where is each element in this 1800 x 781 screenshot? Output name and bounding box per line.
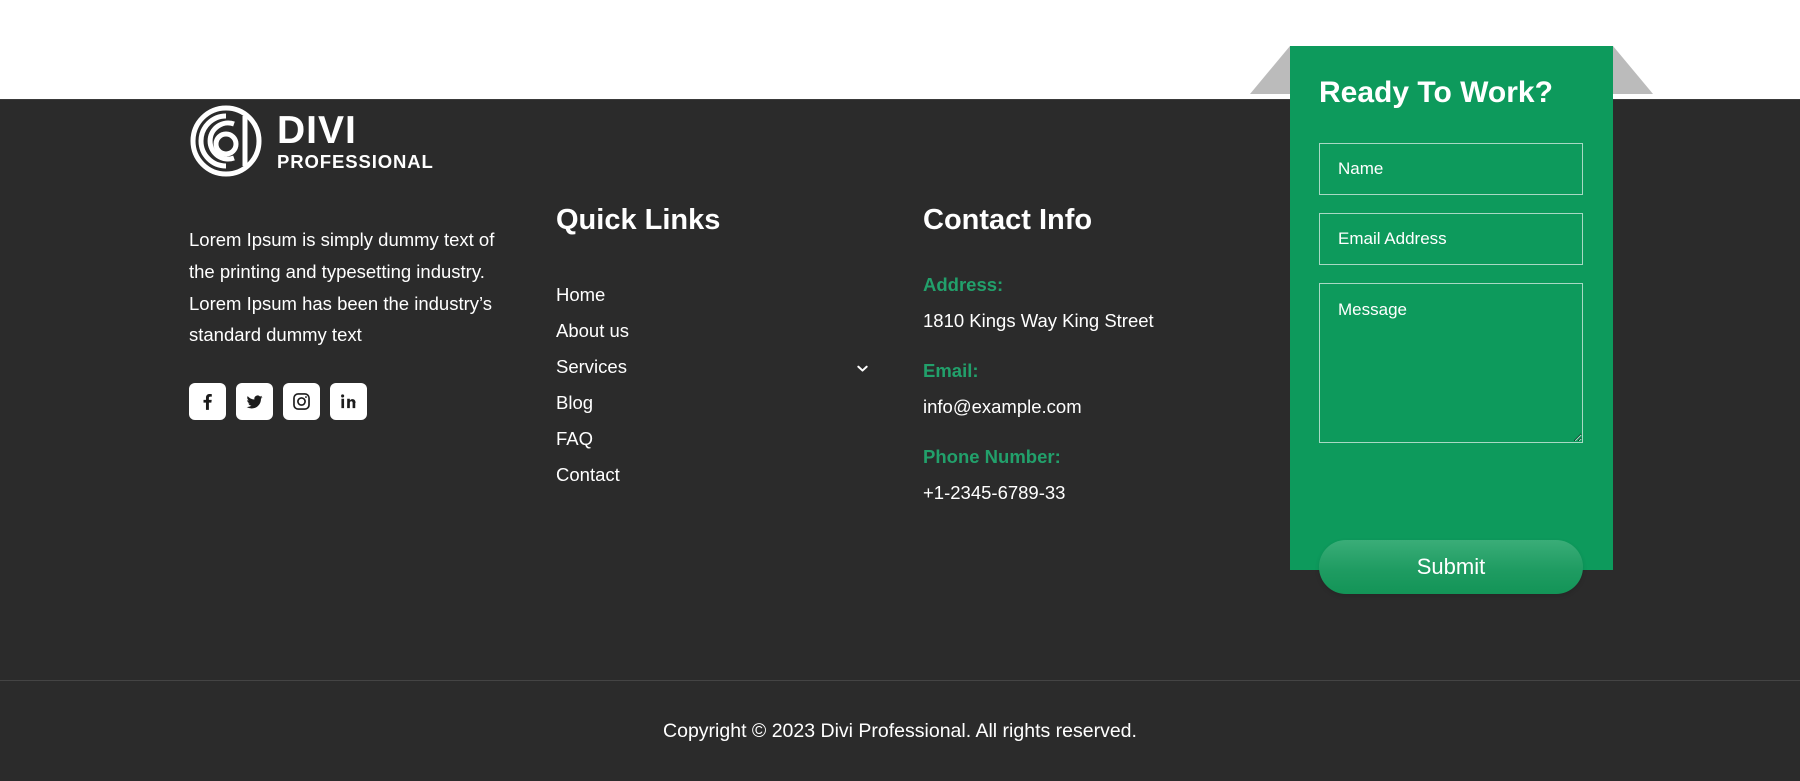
quick-link-label: Services [556, 355, 627, 377]
divi-spiral-logo-icon [189, 104, 263, 178]
address-value: 1810 Kings Way King Street [923, 309, 1154, 331]
submit-button[interactable]: Submit [1319, 540, 1583, 594]
address-label: Address: [923, 273, 1004, 295]
instagram-icon[interactable] [283, 383, 320, 421]
logo-name-secondary: PROFESSIONAL [277, 150, 434, 172]
quick-links-list: Home About us Services Blog FAQ Contact [556, 277, 886, 493]
facebook-icon[interactable] [189, 383, 226, 421]
twitter-icon[interactable] [236, 383, 273, 421]
phone-value[interactable]: +1-2345-6789-33 [923, 482, 1253, 504]
quick-link-faq[interactable]: FAQ [556, 421, 876, 457]
quick-link-contact[interactable]: Contact [556, 457, 876, 493]
phone-label: Phone Number: [923, 445, 1061, 467]
quick-link-about-us[interactable]: About us [556, 313, 876, 349]
quick-link-home[interactable]: Home [556, 277, 876, 313]
quick-links-title: Quick Links [556, 204, 721, 236]
copyright-text: Copyright © 2023 Divi Professional. All … [663, 720, 1137, 742]
footer-page: DIVI PROFESSIONAL Lorem Ipsum is simply … [0, 0, 1800, 781]
quick-link-label: Blog [556, 391, 594, 413]
email-input[interactable] [1319, 213, 1583, 265]
logo-wordmark: DIVI PROFESSIONAL [277, 111, 434, 172]
linkedin-icon[interactable] [330, 383, 367, 421]
social-links [189, 383, 519, 421]
form-fields [1319, 143, 1583, 443]
chevron-down-icon[interactable] [855, 359, 870, 374]
logo-name-primary: DIVI [277, 108, 357, 152]
contact-info-body: Address: 1810 Kings Way King Street Emai… [923, 274, 1253, 504]
contact-info-column: Contact Info Address: 1810 Kings Way Kin… [923, 203, 1253, 504]
email-value[interactable]: info@example.com [923, 396, 1253, 418]
name-input[interactable] [1319, 143, 1583, 195]
quick-link-label: About us [556, 319, 630, 341]
quick-link-blog[interactable]: Blog [556, 385, 876, 421]
brand-description: Lorem Ipsum is simply dummy text of the … [189, 229, 495, 346]
contact-form-card: Ready To Work? Submit [1290, 46, 1613, 594]
form-title: Ready To Work? [1319, 76, 1553, 109]
quick-link-services[interactable]: Services [556, 349, 876, 385]
message-textarea[interactable] [1319, 283, 1583, 443]
brand-column: DIVI PROFESSIONAL Lorem Ipsum is simply … [189, 102, 519, 421]
quick-link-label: Home [556, 283, 606, 305]
quick-link-label: Contact [556, 463, 620, 485]
quick-link-label: FAQ [556, 427, 594, 449]
email-label: Email: [923, 359, 979, 381]
logo[interactable]: DIVI PROFESSIONAL [189, 102, 519, 180]
quick-links-column: Quick Links Home About us Services Blog [556, 203, 886, 493]
contact-info-title: Contact Info [923, 204, 1093, 236]
